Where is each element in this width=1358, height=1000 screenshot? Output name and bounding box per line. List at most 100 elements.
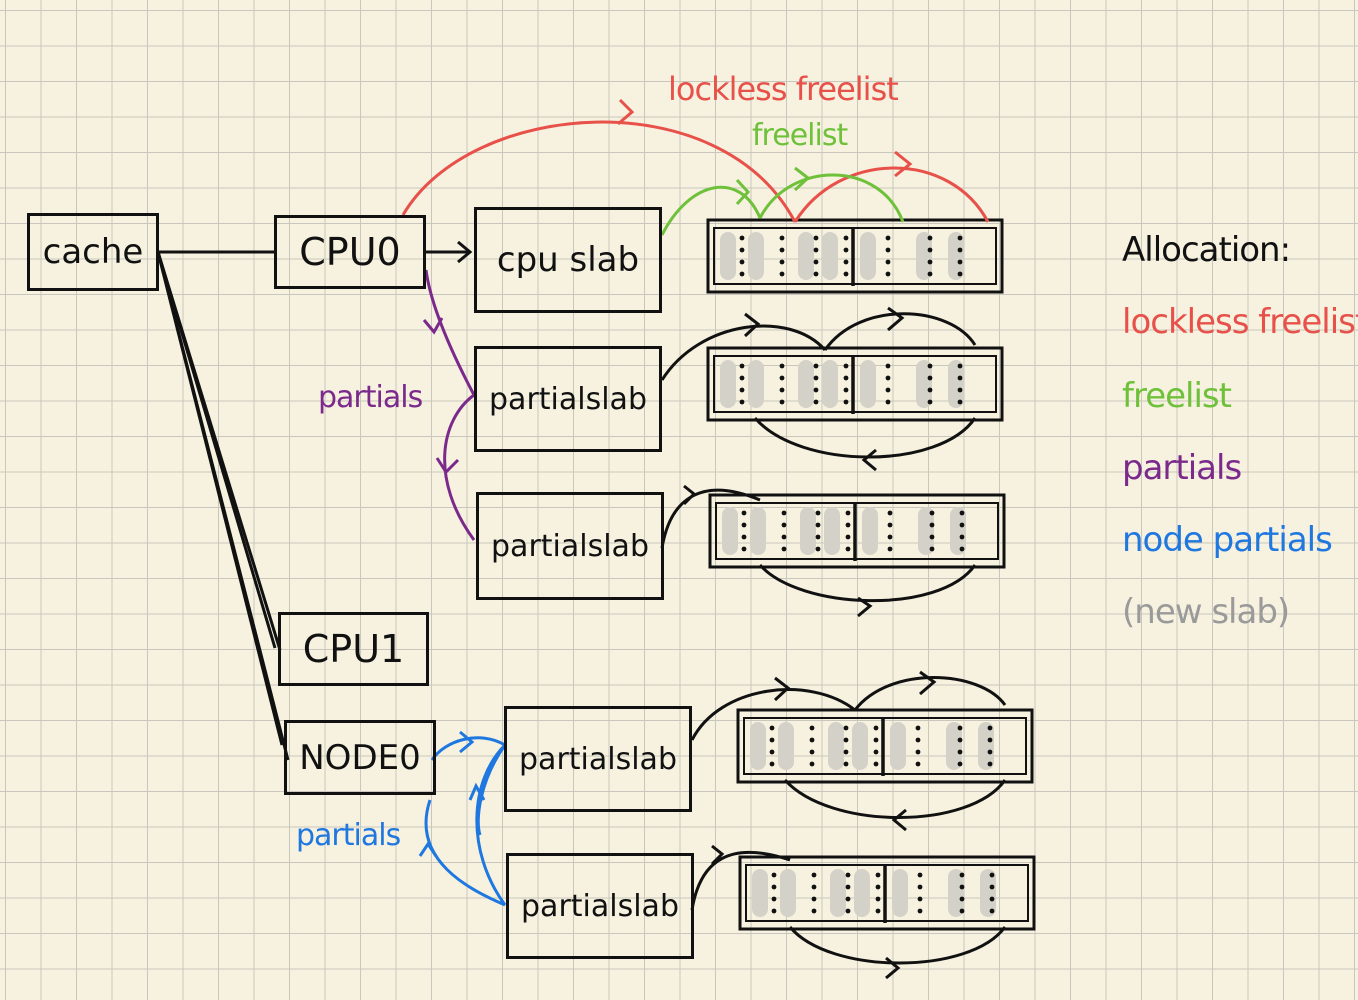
object-dot	[873, 749, 879, 755]
partial-slab-label: partialslab	[489, 381, 647, 417]
object-dot	[887, 510, 893, 516]
slab-bar	[736, 708, 1034, 784]
object-dot	[959, 884, 965, 890]
object-dot	[843, 259, 849, 265]
object-dot	[739, 375, 745, 381]
object-dot	[957, 761, 963, 767]
cpu1-box[interactable]: CPU1	[278, 612, 429, 686]
object-dot	[813, 387, 819, 393]
object-dot	[739, 235, 745, 241]
object-dot	[741, 546, 747, 552]
free-object-pill	[830, 869, 846, 917]
diagram-canvas	[156, 98, 1036, 980]
object-dot	[845, 510, 851, 516]
object-dot	[843, 387, 849, 393]
free-object-pill	[892, 869, 908, 917]
object-dot	[927, 399, 933, 405]
object-dot	[843, 363, 849, 369]
legend-item-lockless-freelist: lockless freelist	[1122, 302, 1358, 342]
object-dot	[927, 259, 933, 265]
object-dot	[989, 884, 995, 890]
object-dot	[927, 363, 933, 369]
object-dot	[957, 363, 963, 369]
object-dot	[771, 872, 777, 878]
object-dot	[873, 737, 879, 743]
free-object-pill	[860, 232, 876, 280]
object-dot	[809, 761, 815, 767]
object-dot	[843, 399, 849, 405]
object-dot	[809, 749, 815, 755]
object-dot	[885, 399, 891, 405]
cpu0-box[interactable]: CPU0	[274, 215, 426, 289]
object-dot	[957, 737, 963, 743]
object-dot	[917, 908, 923, 914]
object-dot	[845, 534, 851, 540]
object-dot	[843, 761, 849, 767]
object-dot	[779, 375, 785, 381]
object-dot	[929, 546, 935, 552]
object-dot	[887, 546, 893, 552]
slab-bar	[738, 855, 1036, 931]
object-dot	[739, 259, 745, 265]
object-dot	[843, 247, 849, 253]
object-dot	[779, 399, 785, 405]
object-dot	[739, 271, 745, 277]
partial-slab-box[interactable]: partialslab	[474, 346, 662, 452]
object-dot	[959, 908, 965, 914]
object-dot	[959, 510, 965, 516]
object-dot	[915, 749, 921, 755]
object-dot	[885, 387, 891, 393]
free-object-pill	[780, 869, 796, 917]
object-dot	[771, 908, 777, 914]
object-dot	[779, 235, 785, 241]
free-object-pill	[828, 722, 844, 770]
object-dot	[927, 271, 933, 277]
object-dot	[959, 522, 965, 528]
node-partial-slab-box[interactable]: partialslab	[506, 853, 694, 959]
object-dot	[811, 908, 817, 914]
object-dot	[811, 872, 817, 878]
legend-title: Allocation:	[1122, 230, 1291, 270]
object-dot	[929, 510, 935, 516]
object-dot	[915, 761, 921, 767]
slab-bar	[706, 346, 1004, 422]
object-dot	[843, 235, 849, 241]
free-object-pill	[824, 507, 840, 555]
object-dot	[927, 375, 933, 381]
legend-item-new-slab: (new slab)	[1122, 592, 1290, 632]
object-dot	[813, 363, 819, 369]
free-object-pill	[750, 507, 766, 555]
object-dot	[739, 399, 745, 405]
node0-box[interactable]: NODE0	[284, 720, 436, 795]
cpu-partials-label: partials	[318, 380, 423, 415]
object-dot	[957, 247, 963, 253]
object-dot	[843, 271, 849, 277]
object-dot	[741, 522, 747, 528]
object-dot	[873, 725, 879, 731]
object-dot	[887, 534, 893, 540]
free-object-pill	[720, 360, 736, 408]
cpu1-label: CPU1	[302, 627, 405, 671]
cache-box[interactable]: cache	[27, 213, 159, 291]
object-dot	[989, 896, 995, 902]
cpu-slab-box[interactable]: cpu slab	[474, 207, 662, 313]
object-dot	[887, 522, 893, 528]
slab-bar	[708, 493, 1006, 569]
object-dot	[873, 761, 879, 767]
object-dot	[927, 387, 933, 393]
node-partial-slab-box[interactable]: partialslab	[504, 706, 692, 812]
free-object-pill	[798, 232, 814, 280]
object-dot	[929, 534, 935, 540]
partial-slab-box[interactable]: partialslab	[476, 492, 664, 600]
free-object-pill	[720, 232, 736, 280]
object-dot	[809, 737, 815, 743]
object-dot	[811, 884, 817, 890]
object-dot	[769, 737, 775, 743]
object-dot	[769, 725, 775, 731]
object-dot	[813, 375, 819, 381]
object-dot	[779, 247, 785, 253]
freelist-label: freelist	[752, 118, 848, 153]
object-dot	[781, 546, 787, 552]
object-dot	[843, 725, 849, 731]
free-object-pill	[798, 360, 814, 408]
